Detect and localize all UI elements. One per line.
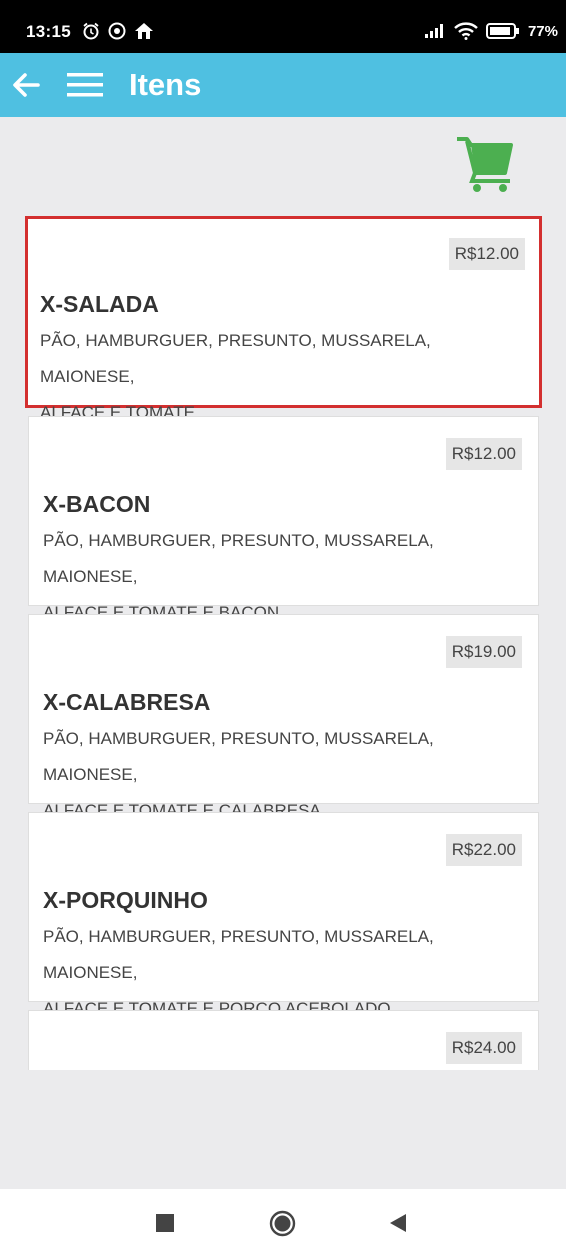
arrow-left-icon[interactable] (10, 69, 42, 101)
recents-square-icon[interactable] (155, 1213, 175, 1233)
chrome-icon (108, 22, 126, 40)
alarm-icon (83, 22, 99, 40)
item-price: R$12.00 (448, 238, 525, 270)
item-description-line: PÃO, HAMBURGUER, PRESUNTO, MUSSARELA, MA… (43, 729, 434, 784)
list-item[interactable]: R$19.00 X-CALABRESA PÃO, HAMBURGUER, PRE… (28, 614, 539, 820)
item-price: R$24.00 (445, 1032, 522, 1064)
list-item[interactable]: R$22.00 X-PORQUINHO PÃO, HAMBURGUER, PRE… (28, 812, 539, 1018)
shopping-cart-icon[interactable] (455, 135, 515, 195)
navigation-bar (0, 1189, 566, 1257)
item-name: X-CALABRESA (43, 689, 211, 715)
signal-icon (424, 24, 443, 38)
item-name: X-PORQUINHO (43, 887, 208, 913)
list-item[interactable]: R$24.00 (28, 1010, 539, 1070)
status-time: 13:15 (26, 22, 71, 41)
item-price: R$22.00 (445, 834, 522, 866)
item-name: X-BACON (43, 491, 151, 517)
item-description-line: PÃO, HAMBURGUER, PRESUNTO, MUSSARELA, MA… (40, 331, 431, 386)
item-description-line: PÃO, HAMBURGUER, PRESUNTO, MUSSARELA, MA… (43, 927, 434, 982)
page-title: Itens (129, 67, 202, 102)
status-bar: 13:15 77% (0, 0, 566, 53)
item-price: R$19.00 (445, 636, 522, 668)
item-name: X-SALADA (40, 291, 159, 317)
list-item[interactable]: R$12.00 X-SALADA PÃO, HAMBURGUER, PRESUN… (25, 216, 542, 422)
list-item[interactable]: R$12.00 X-BACON PÃO, HAMBURGUER, PRESUNT… (28, 416, 539, 622)
home-icon (135, 23, 153, 39)
app-bar: Itens (0, 53, 566, 117)
battery-percent: 77% (527, 22, 558, 40)
item-description: PÃO, HAMBURGUER, PRESUNTO, MUSSARELA, MA… (40, 323, 525, 431)
back-triangle-icon[interactable] (388, 1213, 408, 1233)
item-list: R$12.00 X-SALADA PÃO, HAMBURGUER, PRESUN… (25, 216, 542, 1078)
hamburger-menu-icon[interactable] (66, 69, 104, 101)
battery-icon (485, 23, 519, 39)
item-price: R$12.00 (445, 438, 522, 470)
wifi-icon (454, 22, 478, 40)
item-description-line: PÃO, HAMBURGUER, PRESUNTO, MUSSARELA, MA… (43, 531, 434, 586)
home-circle-icon[interactable] (269, 1210, 296, 1237)
